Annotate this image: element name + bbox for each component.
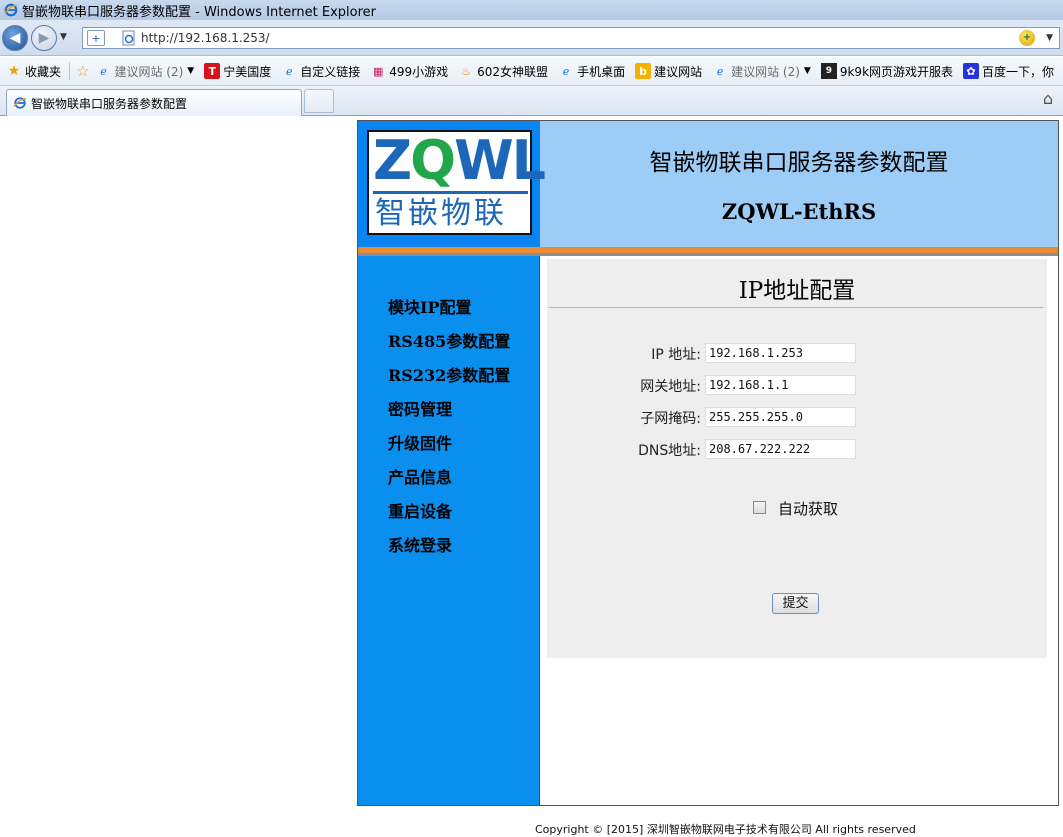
favorite-label: 602女神联盟 bbox=[477, 64, 549, 79]
menu-item-rs232[interactable]: RS232参数配置 bbox=[388, 362, 510, 386]
arrow-left-icon: ◀ bbox=[9, 30, 21, 46]
navigation-bar: ◀ ▶ ▼ + http://192.168.1.253/ + ▼ bbox=[0, 20, 1063, 56]
favorite-label: 宁美国度 bbox=[223, 64, 272, 79]
auto-obtain-checkbox[interactable] bbox=[753, 501, 766, 514]
new-tab-button[interactable] bbox=[304, 89, 334, 113]
company-logo: ZQWL 智嵌物联 bbox=[367, 129, 546, 235]
game-icon: ▦ bbox=[373, 64, 384, 78]
ie-page-icon: ℯ bbox=[285, 64, 293, 78]
9k-icon: 9 bbox=[820, 63, 837, 79]
menu-item-firmware[interactable]: 升级固件 bbox=[388, 430, 452, 454]
favorite-link-499[interactable]: ▦ 499小游戏 bbox=[370, 63, 448, 80]
page-header: ZQWL 智嵌物联 智嵌物联串口服务器参数配置 ZQWL-EthRS bbox=[358, 121, 1058, 247]
page-icon bbox=[122, 30, 135, 46]
menu-item-password[interactable]: 密码管理 bbox=[388, 396, 452, 420]
menu-item-module-ip[interactable]: 模块IP配置 bbox=[388, 294, 472, 318]
favorite-link-suggested-sites-2[interactable]: ℯ 建议网站 (2) ▼ bbox=[712, 63, 811, 80]
favorite-label: 百度一下，你 bbox=[982, 64, 1055, 79]
logo-wordmark: ZQWL bbox=[373, 129, 546, 192]
ie-page-icon bbox=[13, 97, 27, 109]
forward-button[interactable]: ▶ bbox=[31, 25, 57, 51]
subnet-mask-label: 子网掩码: bbox=[640, 411, 701, 427]
address-dropdown-icon[interactable]: ▼ bbox=[1046, 33, 1053, 43]
baidu-paw-icon: ✿ bbox=[963, 63, 980, 79]
dns-label: DNS地址: bbox=[638, 443, 701, 459]
favorite-label: 手机桌面 bbox=[577, 64, 626, 79]
ip-address-field[interactable]: 192.168.1.253 bbox=[705, 343, 856, 363]
divider bbox=[69, 62, 71, 80]
sidebar-menu: 模块IP配置 RS485参数配置 RS232参数配置 密码管理 升级固件 产品信… bbox=[358, 256, 540, 805]
favorites-button[interactable]: ★ 收藏夹 bbox=[6, 63, 61, 80]
favorite-link-custom[interactable]: ℯ 自定义链接 bbox=[281, 63, 360, 80]
chevron-down-icon: ▼ bbox=[803, 66, 811, 76]
menu-item-product-info[interactable]: 产品信息 bbox=[388, 464, 452, 488]
auto-obtain-label: 自动获取 bbox=[778, 500, 839, 518]
favorite-label: 建议网站 (2) bbox=[731, 64, 800, 79]
favorite-link-ningmei[interactable]: T 宁美国度 bbox=[204, 63, 271, 80]
compatibility-icon[interactable]: + bbox=[1019, 30, 1035, 46]
favorite-link-suggested-sites[interactable]: ℯ 建议网站 (2) ▼ bbox=[95, 63, 194, 80]
submit-button[interactable]: 提交 bbox=[772, 593, 819, 614]
window-title: 智嵌物联串口服务器参数配置 - Windows Internet Explore… bbox=[22, 4, 376, 20]
favorite-label: 9k9k网页游戏开服表 bbox=[839, 64, 954, 79]
tab-bar: 智嵌物联串口服务器参数配置 ⌂ bbox=[0, 86, 1063, 116]
gateway-field[interactable]: 192.168.1.1 bbox=[705, 375, 856, 395]
gateway-label: 网关地址: bbox=[640, 379, 701, 395]
chevron-down-icon: ▼ bbox=[187, 66, 195, 76]
favorite-label: 建议网站 bbox=[654, 64, 703, 79]
section-divider bbox=[549, 307, 1043, 308]
bing-icon: b bbox=[635, 63, 652, 79]
tab-current[interactable]: 智嵌物联串口服务器参数配置 bbox=[6, 89, 302, 116]
add-favorite-icon[interactable]: ☆ bbox=[76, 62, 89, 80]
product-model: ZQWL-EthRS bbox=[721, 199, 877, 224]
arrow-right-icon: ▶ bbox=[38, 30, 50, 46]
address-bar[interactable]: + http://192.168.1.253/ + ▼ bbox=[82, 27, 1060, 49]
section-title: IP地址配置 bbox=[738, 278, 856, 304]
flame-icon: ♨ bbox=[461, 64, 472, 78]
security-icon[interactable]: + bbox=[87, 30, 105, 46]
history-dropdown-icon[interactable]: ▼ bbox=[60, 32, 67, 42]
logo-chinese-name: 智嵌物联 bbox=[375, 196, 507, 231]
favorite-label: 自定义链接 bbox=[300, 64, 361, 79]
favorites-label: 收藏夹 bbox=[25, 64, 62, 79]
ip-config-panel: IP地址配置 IP 地址: 192.168.1.253 网关地址: 192.16… bbox=[547, 259, 1047, 658]
logo-letter-q: Q bbox=[410, 129, 456, 192]
favorite-label: 499小游戏 bbox=[389, 64, 449, 79]
page-title: 智嵌物联串口服务器参数配置 bbox=[649, 150, 949, 176]
star-icon: ★ bbox=[7, 63, 21, 79]
favorite-link-bing[interactable]: b 建议网站 bbox=[635, 63, 702, 80]
favorite-label: 建议网站 (2) bbox=[114, 64, 184, 79]
ie-page-icon: ℯ bbox=[716, 64, 724, 78]
favorite-link-602[interactable]: ♨ 602女神联盟 bbox=[458, 63, 548, 80]
home-icon[interactable]: ⌂ bbox=[1039, 90, 1057, 108]
t-red-icon: T bbox=[204, 63, 221, 79]
dns-field[interactable]: 208.67.222.222 bbox=[705, 439, 856, 459]
favorite-link-9k9k[interactable]: 9 9k9k网页游戏开服表 bbox=[820, 63, 954, 80]
url-text[interactable]: http://192.168.1.253/ bbox=[141, 31, 270, 45]
subnet-mask-field[interactable]: 255.255.255.0 bbox=[705, 407, 856, 427]
ie-icon bbox=[4, 3, 18, 17]
copyright-footer: Copyright © [2015] 深圳智嵌物联网电子技术有限公司 All r… bbox=[535, 823, 916, 836]
ie-page-icon: ℯ bbox=[562, 64, 570, 78]
menu-item-reboot[interactable]: 重启设备 bbox=[388, 498, 452, 522]
favorites-bar: ★ 收藏夹 ☆ ℯ 建议网站 (2) ▼ T 宁美国度 ℯ 自定义链接 ▦ 49… bbox=[0, 57, 1063, 86]
config-frame: ZQWL 智嵌物联 智嵌物联串口服务器参数配置 ZQWL-EthRS 模块IP配… bbox=[357, 120, 1059, 806]
favorite-link-mobile[interactable]: ℯ 手机桌面 bbox=[558, 63, 625, 80]
favorite-link-baidu[interactable]: ✿ 百度一下，你 bbox=[963, 63, 1054, 80]
ie-page-icon: ℯ bbox=[100, 64, 107, 78]
logo-divider bbox=[373, 191, 528, 194]
tab-label: 智嵌物联串口服务器参数配置 bbox=[31, 96, 188, 111]
page-content: ZQWL 智嵌物联 智嵌物联串口服务器参数配置 ZQWL-EthRS 模块IP配… bbox=[0, 117, 1063, 837]
menu-item-login[interactable]: 系统登录 bbox=[388, 532, 452, 556]
logo-area: ZQWL 智嵌物联 bbox=[358, 121, 546, 247]
window-title-bar: 智嵌物联串口服务器参数配置 - Windows Internet Explore… bbox=[0, 0, 1063, 20]
ip-address-label: IP 地址: bbox=[651, 347, 701, 363]
menu-item-rs485[interactable]: RS485参数配置 bbox=[388, 328, 510, 352]
back-button[interactable]: ◀ bbox=[2, 25, 28, 51]
